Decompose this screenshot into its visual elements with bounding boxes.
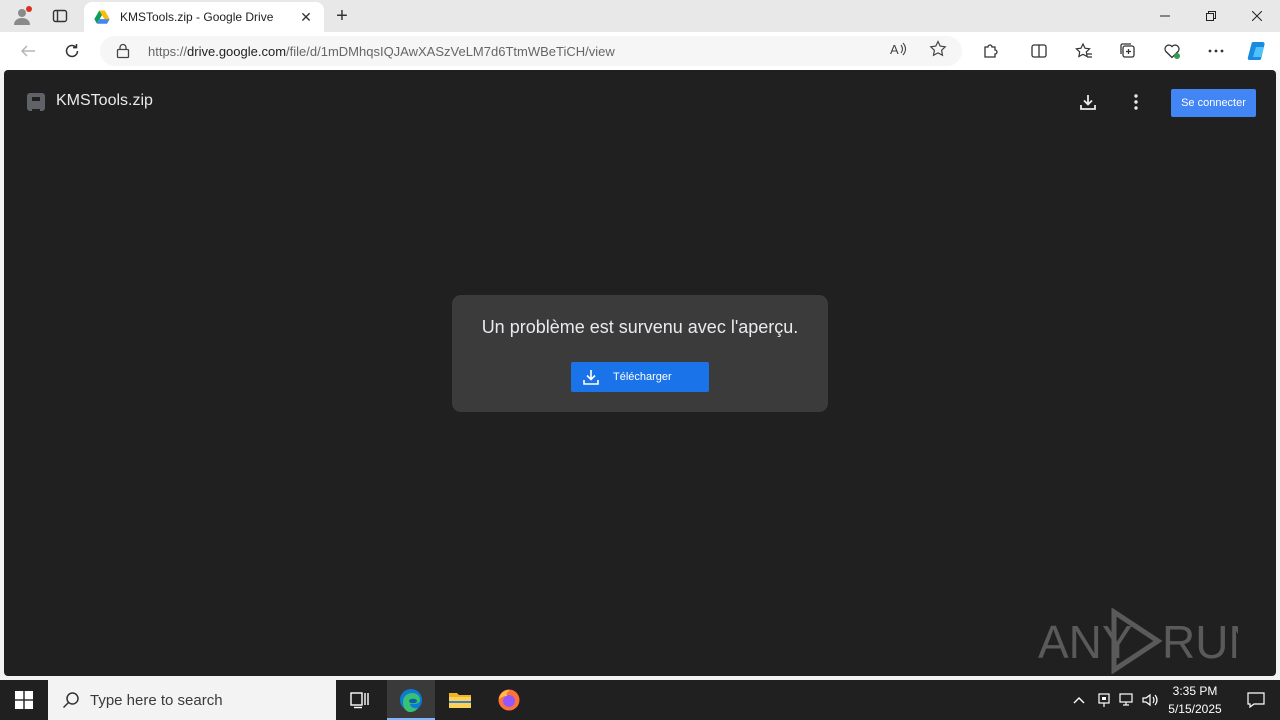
browser-toolbar: https://drive.google.com/file/d/1mDMhqsI… [0, 32, 1280, 70]
restore-icon [1206, 11, 1216, 21]
firefox-icon [498, 689, 520, 711]
download-file-label: Télécharger [613, 371, 672, 383]
notification-center-button[interactable] [1232, 680, 1280, 720]
download-file-button[interactable]: Télécharger [571, 362, 709, 392]
collections-button[interactable] [1114, 37, 1142, 65]
tab-actions-icon [52, 9, 68, 23]
tab-actions-button[interactable] [46, 4, 74, 28]
lock-icon[interactable] [116, 43, 132, 59]
clock-date: 5/15/2025 [1168, 702, 1222, 716]
address-url: https://drive.google.com/file/d/1mDMhqsI… [148, 44, 615, 59]
sign-in-button[interactable]: Se connecter [1171, 89, 1256, 117]
search-icon [62, 692, 79, 709]
download-icon [582, 368, 600, 386]
folder-icon [449, 693, 471, 708]
profile-alert-dot [26, 6, 32, 12]
preview-error-message: Un problème est survenu avec l'aperçu. [481, 317, 799, 337]
restore-button[interactable] [1188, 0, 1234, 32]
back-arrow-icon [20, 45, 35, 57]
browser-tab-strip: KMSTools.zip - Google Drive ✕ + [0, 0, 1280, 32]
more-horizontal-icon [1208, 49, 1224, 53]
watermark-run-text: RUN [1162, 616, 1238, 668]
task-view-button[interactable] [336, 680, 384, 720]
anyrun-watermark: ANY RUN [1038, 607, 1262, 675]
task-view-icon [350, 692, 369, 709]
favorites-icon [1075, 42, 1092, 58]
tray-volume-icon[interactable] [1140, 680, 1162, 720]
edge-icon [400, 689, 422, 712]
tab-google-drive[interactable]: KMSTools.zip - Google Drive ✕ [84, 2, 324, 32]
profile-button[interactable] [8, 4, 36, 28]
url-host: drive.google.com [187, 43, 287, 59]
url-path: /file/d/1mDMhqsIQJAwXASzVeLM7d6TtmWBeTiC… [286, 43, 615, 59]
settings-more-button[interactable] [1202, 37, 1230, 65]
close-window-button[interactable] [1234, 0, 1280, 32]
download-button[interactable] [1076, 90, 1100, 114]
close-icon [1252, 11, 1262, 21]
google-drive-icon [94, 10, 110, 24]
show-hidden-icons-button[interactable] [1068, 680, 1090, 720]
chevron-up-icon [1073, 697, 1085, 704]
more-options-button[interactable] [1124, 90, 1148, 114]
read-aloud-icon[interactable]: A [888, 39, 908, 59]
notification-icon [1247, 692, 1265, 708]
collections-icon [1120, 43, 1135, 58]
split-screen-button[interactable] [1025, 37, 1053, 65]
taskbar-file-explorer-button[interactable] [436, 680, 484, 720]
split-screen-icon [1031, 44, 1047, 58]
taskbar-search-box[interactable]: Type here to search [48, 680, 336, 720]
clock-time: 3:35 PM [1172, 684, 1218, 698]
refresh-icon [65, 44, 79, 58]
download-icon [1080, 95, 1096, 110]
tray-network-icon[interactable] [1116, 680, 1138, 720]
minimize-button[interactable] [1142, 0, 1188, 32]
copilot-button[interactable] [1243, 37, 1271, 65]
refresh-button[interactable] [58, 37, 86, 65]
heart-pulse-icon [1164, 44, 1180, 59]
favorites-button[interactable] [1070, 37, 1098, 65]
tab-close-icon[interactable]: ✕ [298, 9, 314, 25]
drive-viewer: KMSTools.zip Se connecter Un problème es… [4, 70, 1276, 676]
taskbar-firefox-button[interactable] [485, 680, 533, 720]
more-vertical-icon [1134, 94, 1138, 110]
search-placeholder: Type here to search [90, 691, 223, 709]
taskbar-clock[interactable]: 3:35 PM 5/15/2025 [1160, 682, 1230, 718]
archive-file-icon [27, 93, 45, 111]
browser-essentials-button[interactable] [1158, 37, 1186, 65]
minimize-icon [1160, 15, 1170, 17]
address-bar[interactable]: https://drive.google.com/file/d/1mDMhqsI… [100, 36, 962, 66]
start-button[interactable] [0, 680, 48, 720]
file-name: KMSTools.zip [56, 92, 153, 109]
watermark-any-text: ANY [1038, 616, 1133, 668]
favorite-star-icon[interactable] [928, 39, 948, 59]
extensions-button[interactable] [977, 37, 1005, 65]
new-tab-button[interactable]: + [330, 4, 354, 28]
copilot-icon [1247, 42, 1265, 60]
windows-taskbar: Type here to search 3:35 PM 5/15/2025 [0, 680, 1280, 720]
taskbar-edge-button[interactable] [387, 680, 435, 720]
svg-text:A: A [890, 42, 899, 57]
tray-network-adapter-icon[interactable] [1094, 680, 1114, 720]
url-scheme: https:// [148, 43, 188, 59]
puzzle-icon [984, 44, 998, 58]
preview-error-dialog: Un problème est survenu avec l'aperçu. T… [452, 295, 828, 412]
tab-title: KMSTools.zip - Google Drive [120, 10, 274, 24]
windows-logo-icon [15, 691, 33, 709]
back-button[interactable] [14, 37, 42, 65]
